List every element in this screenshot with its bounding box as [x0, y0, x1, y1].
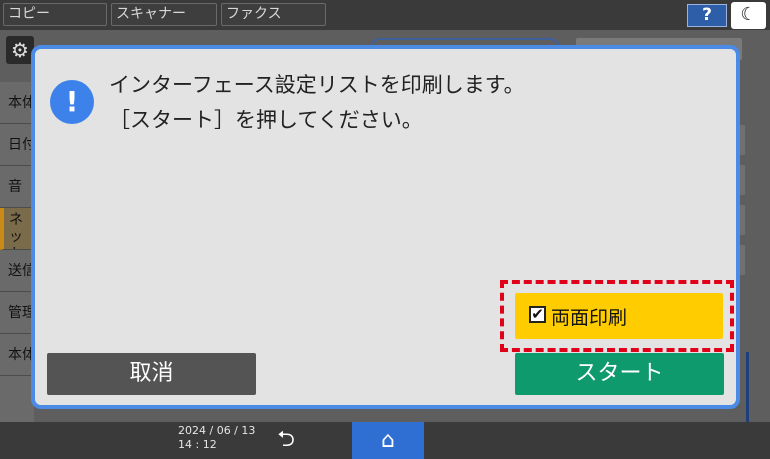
- background-row-edge: [740, 245, 745, 275]
- duplex-print-label: 両面印刷: [551, 307, 628, 329]
- side-menu-item: 本体: [0, 82, 34, 124]
- checkbox-checked-icon: ✔: [529, 306, 546, 323]
- background-scrollbar: [746, 352, 749, 422]
- home-icon[interactable]: ⌂: [352, 422, 424, 459]
- start-button[interactable]: スタート: [515, 353, 724, 395]
- moon-icon[interactable]: ☾: [731, 2, 766, 29]
- duplex-print-toggle[interactable]: ✔ 両面印刷: [515, 293, 723, 339]
- print-interface-settings-dialog: ! インターフェース設定リストを印刷します。 ［スタート］を押してください。 ✔…: [31, 45, 740, 409]
- side-menu-item: 送信: [0, 250, 34, 292]
- cancel-button[interactable]: 取消: [47, 353, 256, 395]
- copy-app-tab[interactable]: コピー: [3, 3, 107, 26]
- settings-side-menu: 本体 日付 音 ネットワーク 送信 管理 本体: [0, 82, 34, 422]
- dialog-message-line1: インターフェース設定リストを印刷します。: [109, 73, 525, 97]
- bottom-bar: 2024 / 06 / 13 14 : 12 ⮌ ⌂: [0, 422, 770, 459]
- background-row-edge: [740, 125, 745, 155]
- side-menu-item: 日付: [0, 124, 34, 166]
- date-text: 2024 / 06 / 13: [178, 424, 256, 437]
- side-menu-item: 管理: [0, 292, 34, 334]
- back-icon[interactable]: ⮌: [268, 426, 304, 454]
- gear-icon: ⚙: [6, 36, 34, 64]
- side-menu-item: 本体: [0, 334, 34, 376]
- background-row-edge: [740, 205, 745, 235]
- fax-app-tab[interactable]: ファクス: [221, 3, 326, 26]
- top-bar: コピー スキャナー ファクス ? ☾: [0, 0, 770, 30]
- side-menu-item: 音: [0, 166, 34, 208]
- time-text: 14 : 12: [178, 438, 217, 451]
- help-button[interactable]: ?: [687, 4, 727, 27]
- scanner-app-tab[interactable]: スキャナー: [111, 3, 217, 26]
- info-icon: !: [50, 80, 94, 124]
- date-time-display: 2024 / 06 / 13 14 : 12: [178, 424, 255, 452]
- dialog-message-line2: ［スタート］を押してください。: [109, 108, 423, 132]
- background-row-edge: [740, 165, 745, 195]
- side-menu-item-selected: ネットワーク: [0, 208, 34, 250]
